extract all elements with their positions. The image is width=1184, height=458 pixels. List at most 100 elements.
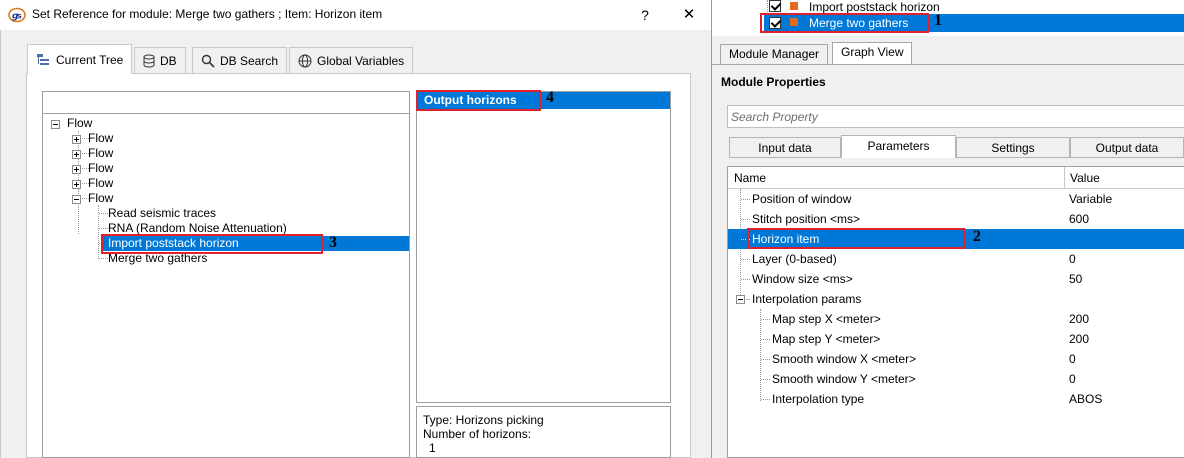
tree-item-module[interactable]: Read seismic traces — [108, 206, 216, 221]
expand-icon[interactable] — [72, 150, 81, 159]
param-value[interactable]: 200 — [1069, 329, 1089, 349]
tab-global-variables[interactable]: Global Variables — [289, 47, 414, 74]
item-info-panel: Type: Horizons picking Number of horizon… — [416, 406, 671, 458]
info-count-label: Number of horizons: — [423, 427, 532, 441]
expand-icon[interactable] — [72, 135, 81, 144]
tab-label: DB Search — [220, 54, 279, 68]
flow-tree[interactable]: Flow Flow Flow Flow Flow Flow Read seism… — [42, 91, 410, 458]
tab-label: DB — [160, 54, 177, 68]
param-name: Smooth window Y <meter> — [772, 372, 916, 386]
tab-input-data[interactable]: Input data — [729, 137, 841, 158]
highlight-box — [747, 228, 965, 249]
search-icon — [201, 54, 215, 68]
param-group-name: Interpolation params — [752, 292, 862, 306]
param-value[interactable]: 50 — [1069, 269, 1082, 289]
param-row[interactable]: Window size <ms> 50 — [728, 269, 1184, 289]
property-grid[interactable]: Name Value Position of window Variable S… — [727, 166, 1184, 458]
tree-icon — [36, 53, 51, 67]
param-value[interactable]: 0 — [1069, 249, 1076, 269]
param-row[interactable]: Interpolation type ABOS — [728, 389, 1184, 409]
annotation-number: 1 — [934, 12, 942, 29]
tab-settings[interactable]: Settings — [956, 137, 1070, 158]
expand-icon[interactable] — [72, 180, 81, 189]
checkbox-import-poststack-horizon[interactable] — [769, 0, 781, 12]
tab-divider — [712, 64, 1184, 65]
param-row[interactable]: Smooth window X <meter> 0 — [728, 349, 1184, 369]
param-value[interactable]: 200 — [1069, 309, 1089, 329]
tree-connector — [741, 259, 750, 260]
info-type: Type: Horizons picking — [423, 413, 544, 427]
tree-connector — [741, 199, 750, 200]
column-separator[interactable] — [1064, 167, 1065, 189]
tab-db-search[interactable]: DB Search — [192, 47, 288, 74]
help-button[interactable]: ? — [634, 4, 656, 26]
collapse-icon[interactable] — [72, 195, 81, 204]
dialog-title-bar: gs Set Reference for module: Merge two g… — [0, 0, 712, 30]
param-row[interactable]: Position of window Variable — [728, 189, 1184, 209]
section-title: Module Properties — [721, 75, 826, 89]
tree-header — [43, 92, 409, 114]
tree-connector — [761, 339, 770, 340]
param-value[interactable]: 0 — [1069, 349, 1076, 369]
param-name: Map step Y <meter> — [772, 332, 881, 346]
tree-connector — [746, 299, 750, 300]
expand-icon[interactable] — [72, 165, 81, 174]
param-row[interactable]: Smooth window Y <meter> 0 — [728, 369, 1184, 389]
param-row[interactable]: Stitch position <ms> 600 — [728, 209, 1184, 229]
param-value[interactable]: ABOS — [1069, 389, 1102, 409]
horizon-list[interactable]: Output horizons — [416, 91, 671, 403]
tree-connector — [761, 379, 770, 380]
annotation-number: 4 — [546, 89, 554, 106]
param-row[interactable]: Map step Y <meter> 200 — [728, 329, 1184, 349]
database-icon — [143, 54, 155, 68]
tree-connector — [741, 219, 750, 220]
param-value[interactable]: 600 — [1069, 209, 1089, 229]
tab-module-manager[interactable]: Module Manager — [720, 44, 829, 65]
annotation-number: 2 — [973, 228, 981, 245]
tree-item-root-flow[interactable]: Flow — [67, 116, 92, 131]
param-name: Stitch position <ms> — [752, 212, 861, 226]
highlight-box — [101, 234, 323, 254]
grid-header: Name Value — [728, 167, 1184, 189]
tree-item-flow[interactable]: Flow — [88, 176, 113, 191]
tree-item-flow[interactable]: Flow — [88, 131, 113, 146]
collapse-icon[interactable] — [51, 120, 60, 129]
tree-connector — [99, 258, 108, 259]
tab-label: Current Tree — [56, 52, 124, 67]
tab-parameters[interactable]: Parameters — [841, 135, 956, 158]
column-header-value[interactable]: Value — [1070, 171, 1100, 185]
dialog-border — [0, 30, 1, 458]
param-name: Smooth window X <meter> — [772, 352, 917, 366]
tab-current-tree[interactable]: Current Tree — [27, 44, 133, 74]
close-button[interactable]: ✕ — [676, 4, 702, 26]
tree-item-flow-expanded[interactable]: Flow — [88, 191, 113, 206]
tree-item-flow[interactable]: Flow — [88, 161, 113, 176]
param-row[interactable]: Layer (0-based) 0 — [728, 249, 1184, 269]
highlight-box — [760, 13, 929, 33]
search-property-field[interactable] — [727, 105, 1184, 128]
column-header-name[interactable]: Name — [734, 171, 766, 185]
tab-graph-view[interactable]: Graph View — [832, 42, 913, 65]
tab-db[interactable]: DB — [134, 47, 186, 74]
tab-output-data[interactable]: Output data — [1070, 137, 1184, 158]
param-group-row[interactable]: Interpolation params — [728, 289, 1184, 309]
tree-item-flow[interactable]: Flow — [88, 146, 113, 161]
module-square-icon — [790, 2, 798, 10]
search-property-input[interactable] — [728, 106, 1184, 127]
info-count-value: 1 — [429, 441, 436, 455]
tree-connector — [761, 359, 770, 360]
param-name: Layer (0-based) — [752, 252, 837, 266]
highlight-box — [416, 90, 541, 111]
tab-label: Global Variables — [317, 54, 405, 68]
tree-connector — [761, 399, 770, 400]
collapse-icon[interactable] — [736, 295, 745, 304]
annotation-number: 3 — [329, 234, 337, 251]
param-value[interactable]: Variable — [1069, 189, 1112, 209]
param-name: Interpolation type — [772, 392, 865, 406]
param-value[interactable]: 0 — [1069, 369, 1076, 389]
dialog-title: Set Reference for module: Merge two gath… — [32, 7, 383, 21]
set-reference-dialog: gs Set Reference for module: Merge two g… — [0, 0, 712, 458]
tree-connector — [741, 279, 750, 280]
param-name: Window size <ms> — [752, 272, 853, 286]
param-row[interactable]: Map step X <meter> 200 — [728, 309, 1184, 329]
